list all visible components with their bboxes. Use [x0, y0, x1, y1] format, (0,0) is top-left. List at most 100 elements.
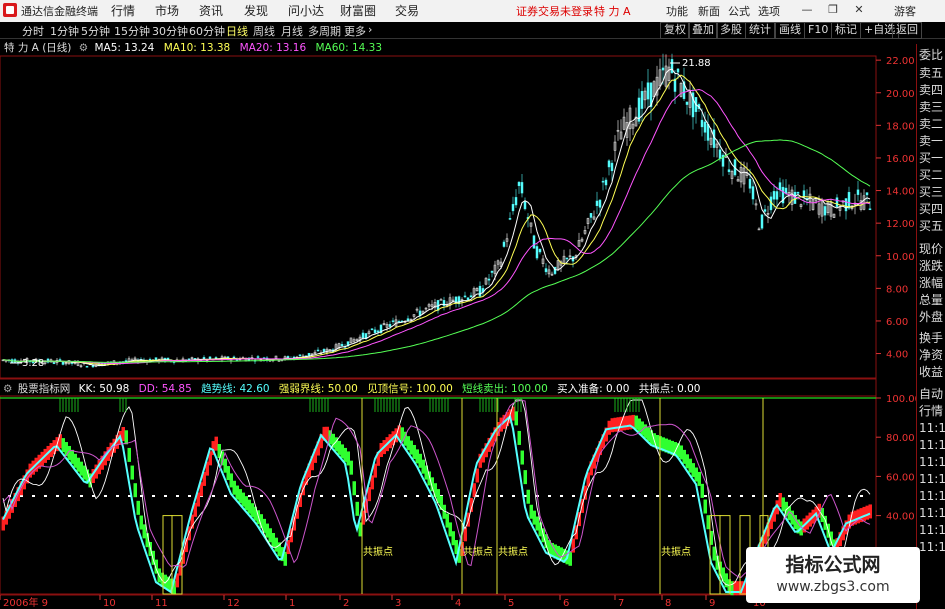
trend-bar — [271, 532, 275, 547]
boundary-dot — [344, 495, 347, 497]
boundary-dot — [752, 495, 755, 497]
price-tick-label: 18.00 — [886, 121, 915, 132]
ma60-value: MA60: 14.33 — [315, 42, 383, 54]
boundary-dot — [680, 495, 683, 497]
price-tick-label: 6.00 — [886, 317, 908, 328]
trend-bar — [526, 489, 530, 504]
boundary-dot — [812, 495, 815, 497]
boundary-dot — [188, 495, 191, 497]
candle-body — [373, 329, 377, 334]
candle-body — [595, 200, 599, 207]
boundary-dot — [488, 495, 491, 497]
resonance-label: 共振点 — [363, 545, 393, 558]
rp-item: 卖三 — [919, 100, 944, 114]
rp-item: 总量 — [919, 293, 944, 307]
trend-bar — [274, 537, 278, 552]
trend-bar — [250, 503, 254, 518]
trend-bar — [625, 415, 629, 430]
trend-bar — [409, 440, 413, 455]
candle-body — [514, 197, 518, 206]
rp-item[interactable]: 自动 — [919, 385, 943, 402]
candle-body — [466, 297, 470, 300]
trend-bar — [232, 480, 236, 495]
boundary-dot — [56, 495, 59, 497]
date-tick-label: 12 — [227, 598, 240, 609]
trend-bar — [346, 451, 350, 466]
candle-body — [610, 162, 614, 172]
trend-bar — [613, 417, 617, 432]
trend-bar — [136, 500, 140, 515]
ma-line — [2, 88, 871, 365]
trend-bar — [685, 454, 689, 469]
date-tick-label: 4 — [455, 598, 461, 609]
rp-item[interactable]: 行情 — [919, 402, 943, 419]
candle-body — [685, 101, 689, 105]
candle-body — [772, 191, 776, 200]
price-tick-label: 20.00 — [886, 89, 915, 100]
rp-item: 买五 — [919, 219, 944, 233]
date-tick-label: 8 — [665, 598, 671, 609]
trend-bar — [532, 510, 536, 525]
candle-body — [502, 241, 506, 247]
price-panel-title: 特 力 A (日线) — [4, 42, 72, 54]
trend-bar — [700, 483, 704, 498]
trend-bar — [355, 501, 359, 516]
trend-value: 趋势线: 42.60 — [201, 383, 270, 395]
indicator-gear-icon[interactable]: ⚙ — [3, 383, 12, 395]
boundary-dot — [704, 495, 707, 497]
candle-body — [58, 359, 62, 361]
price-tick-label: 10.00 — [886, 252, 915, 263]
candle-body — [712, 129, 716, 148]
price-tick-label: 12.00 — [886, 219, 915, 230]
trend-bar — [610, 418, 614, 433]
boundary-dot — [500, 495, 503, 497]
candle-body — [796, 191, 800, 194]
boundary-dot — [476, 495, 479, 497]
rp-item: 卖五 — [919, 66, 944, 80]
candle-body — [601, 180, 605, 183]
boundary-dot — [620, 495, 623, 497]
trend-bar — [646, 427, 650, 442]
boundary-dot — [716, 495, 719, 497]
top-signal-value: 见顶信号: 100.00 — [367, 383, 453, 395]
trend-bar — [634, 415, 638, 430]
candle-body — [61, 361, 65, 365]
trend-bar — [463, 527, 467, 542]
trend-bar — [568, 551, 572, 566]
boundary-dot — [512, 495, 515, 497]
boundary-dot — [68, 495, 71, 497]
price-panel-border — [0, 55, 877, 379]
trend-bar — [697, 471, 701, 486]
candle-body — [673, 78, 677, 92]
trend-bar — [235, 485, 239, 500]
watermark-url: www.zbgs3.com — [776, 579, 890, 595]
rp-item: 净资 — [919, 348, 944, 362]
settings-gear-icon[interactable]: ⚙ — [79, 42, 88, 54]
trend-bar — [517, 430, 521, 445]
trend-bar — [712, 546, 716, 561]
boundary-dot — [800, 495, 803, 497]
resonance-label: 共振点 — [661, 545, 691, 558]
trend-bar — [79, 461, 83, 476]
kline-chart[interactable]: 22.0020.0018.0016.0014.0012.0010.008.006… — [0, 0, 945, 609]
boundary-dot — [164, 495, 167, 497]
date-tick-label: 10 — [103, 598, 116, 609]
boundary-dot — [656, 495, 659, 497]
candle-body — [361, 332, 365, 339]
candle-body — [748, 178, 752, 189]
trend-bar — [421, 459, 425, 474]
candle-body — [469, 295, 473, 298]
date-tick-label: 2006年 9 — [3, 596, 48, 609]
rp-item: 换手 — [919, 331, 944, 345]
trend-bar — [433, 483, 437, 498]
price-tick-label: 4.00 — [886, 350, 908, 361]
trend-bar — [328, 430, 332, 445]
candle-body — [868, 208, 872, 211]
candle-body — [52, 362, 56, 365]
price-tick-label: 8.00 — [886, 284, 908, 295]
trend-bar — [73, 453, 77, 468]
site-watermark: 指标公式网 www.zbgs3.com — [746, 547, 920, 603]
trend-bar — [130, 465, 134, 480]
high-price-label: 21.88 — [682, 58, 711, 69]
date-tick-label: 6 — [563, 598, 569, 609]
